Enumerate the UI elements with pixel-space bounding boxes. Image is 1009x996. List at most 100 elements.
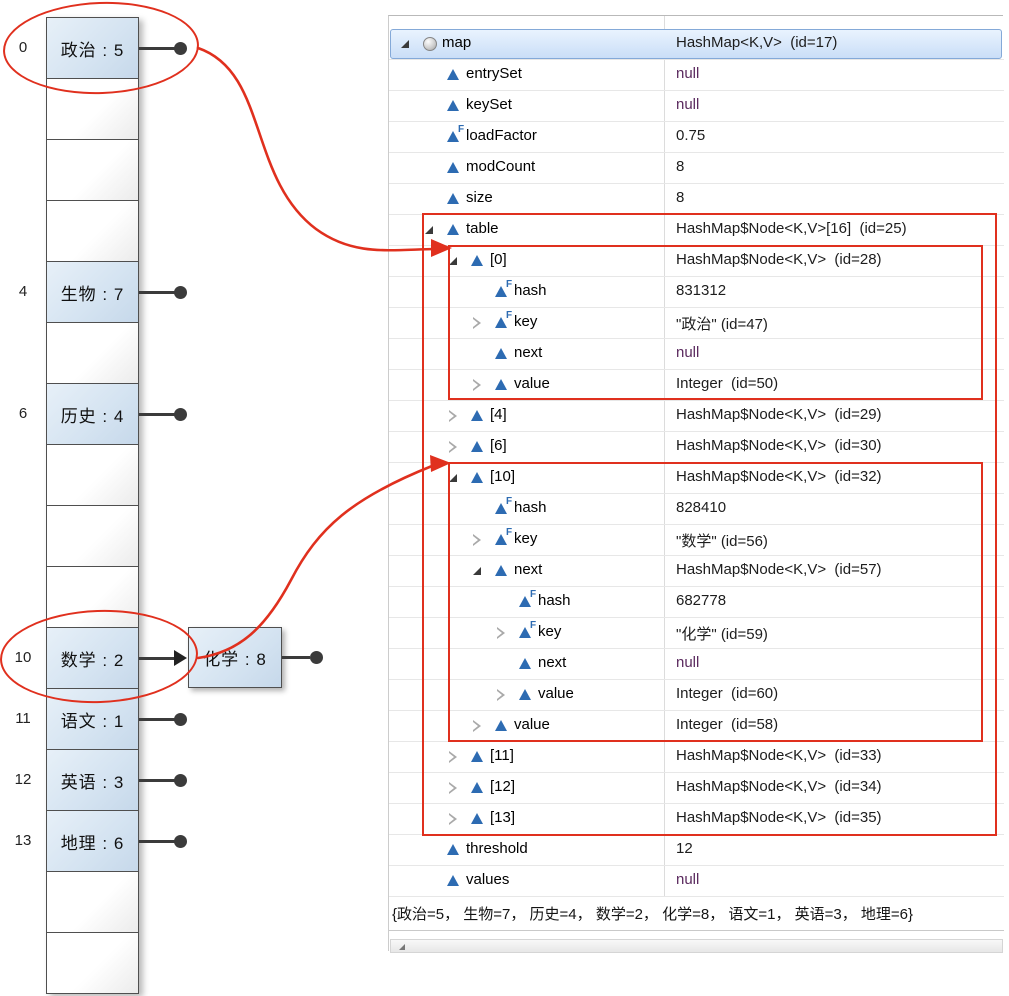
tree-row[interactable]: next HashMap$Node<K,V> (id=57) bbox=[389, 556, 1004, 587]
expanded-toggle-icon[interactable] bbox=[449, 257, 457, 265]
expanded-toggle-icon[interactable] bbox=[425, 226, 433, 234]
index-label: 13 bbox=[6, 832, 40, 849]
collapsed-toggle-icon[interactable] bbox=[449, 813, 457, 825]
variable-value: HashMap$Node<K,V>[16] (id=25) bbox=[676, 220, 907, 237]
variable-name: value bbox=[514, 375, 550, 392]
index-label: 12 bbox=[6, 771, 40, 788]
variable-name: value bbox=[538, 685, 574, 702]
variable-name: keySet bbox=[466, 96, 512, 113]
tree-row[interactable]: valuesnull bbox=[389, 866, 1004, 897]
tree-row[interactable]: [13]HashMap$Node<K,V> (id=35) bbox=[389, 804, 1004, 835]
variable-value: Integer (id=60) bbox=[676, 685, 778, 702]
collapsed-toggle-icon[interactable] bbox=[497, 627, 505, 639]
tree-row[interactable]: value Integer (id=58) bbox=[389, 711, 1004, 742]
tree-row[interactable]: Fhash828410 bbox=[389, 494, 1004, 525]
collapsed-toggle-icon[interactable] bbox=[497, 689, 505, 701]
variable-name: next bbox=[538, 654, 566, 671]
field-icon bbox=[471, 751, 483, 762]
tree-row[interactable]: [12]HashMap$Node<K,V> (id=34) bbox=[389, 773, 1004, 804]
tree-row[interactable]: value Integer (id=60) bbox=[389, 680, 1004, 711]
final-modifier-icon: F bbox=[530, 620, 536, 631]
expanded-toggle-icon[interactable] bbox=[449, 474, 457, 482]
collapsed-toggle-icon[interactable] bbox=[473, 317, 481, 329]
tree-row[interactable]: [4]HashMap$Node<K,V> (id=29) bbox=[389, 401, 1004, 432]
field-icon bbox=[519, 658, 531, 669]
collapsed-toggle-icon[interactable] bbox=[449, 782, 457, 794]
final-modifier-icon: F bbox=[506, 279, 512, 290]
pointer-dot bbox=[174, 286, 187, 299]
collapsed-toggle-icon[interactable] bbox=[473, 534, 481, 546]
index-label: 6 bbox=[6, 405, 40, 422]
tree-row[interactable]: Fkey"化学" (id=59) bbox=[389, 618, 1004, 649]
chain-arrow-line bbox=[139, 657, 175, 660]
tree-row[interactable]: nextnull bbox=[389, 339, 1004, 370]
final-modifier-icon: F bbox=[506, 310, 512, 321]
final-modifier-icon: F bbox=[458, 124, 464, 135]
tree-row[interactable]: [11]HashMap$Node<K,V> (id=33) bbox=[389, 742, 1004, 773]
field-icon bbox=[495, 565, 507, 576]
tree-row[interactable]: keySetnull bbox=[389, 91, 1004, 122]
tree-row[interactable]: valueInteger (id=50) bbox=[389, 370, 1004, 401]
tree-row[interactable]: Fhash831312 bbox=[389, 277, 1004, 308]
collapsed-toggle-icon[interactable] bbox=[473, 720, 481, 732]
collapsed-toggle-icon[interactable] bbox=[449, 410, 457, 422]
bucket-array: 政治 : 5生物 : 7历史 : 4数学 : 2语文 : 1英语 : 3地理 :… bbox=[46, 17, 139, 994]
tree-row[interactable]: entrySetnull bbox=[389, 60, 1004, 91]
tree-row[interactable]: [0]HashMap$Node<K,V> (id=28) bbox=[389, 246, 1004, 277]
scrollbar-grip-icon bbox=[399, 944, 405, 950]
array-cell bbox=[46, 566, 139, 628]
pointer-dot bbox=[174, 713, 187, 726]
variables-tree: mapHashMap<K,V> (id=17)entrySetnullkeySe… bbox=[389, 29, 1004, 897]
index-label: 4 bbox=[6, 283, 40, 300]
tree-row[interactable]: Fhash682778 bbox=[389, 587, 1004, 618]
tree-row[interactable]: size8 bbox=[389, 184, 1004, 215]
tree-row[interactable]: modCount8 bbox=[389, 153, 1004, 184]
variable-value: 8 bbox=[676, 158, 684, 175]
field-icon bbox=[519, 689, 531, 700]
variable-name: [10] bbox=[490, 468, 515, 485]
array-cell: 政治 : 5 bbox=[46, 17, 139, 79]
variable-value: 0.75 bbox=[676, 127, 705, 144]
detail-pane[interactable]: {政治=5， 生物=7， 历史=4， 数学=2， 化学=8， 语文=1， 英语=… bbox=[389, 897, 1004, 931]
variable-name: size bbox=[466, 189, 493, 206]
field-icon bbox=[447, 193, 459, 204]
tree-row[interactable]: next null bbox=[389, 649, 1004, 680]
collapsed-toggle-icon[interactable] bbox=[449, 441, 457, 453]
final-modifier-icon: F bbox=[506, 527, 512, 538]
variable-value: Integer (id=58) bbox=[676, 716, 778, 733]
horizontal-scrollbar[interactable] bbox=[390, 939, 1003, 953]
array-cell: 英语 : 3 bbox=[46, 749, 139, 811]
variable-value: null bbox=[676, 654, 699, 671]
index-label: 10 bbox=[6, 649, 40, 666]
collapsed-toggle-icon[interactable] bbox=[449, 751, 457, 763]
tree-row[interactable]: Fkey"数学" (id=56) bbox=[389, 525, 1004, 556]
pointer-line bbox=[139, 413, 175, 416]
expanded-toggle-icon[interactable] bbox=[401, 40, 409, 48]
field-icon bbox=[471, 441, 483, 452]
tree-row[interactable]: tableHashMap$Node<K,V>[16] (id=25) bbox=[389, 215, 1004, 246]
field-icon bbox=[447, 875, 459, 886]
variable-name: hash bbox=[514, 282, 547, 299]
variable-value: HashMap$Node<K,V> (id=57) bbox=[676, 561, 882, 578]
pointer-line bbox=[139, 47, 175, 50]
final-modifier-icon: F bbox=[530, 589, 536, 600]
field-icon bbox=[495, 379, 507, 390]
tree-row[interactable]: Fkey"政治" (id=47) bbox=[389, 308, 1004, 339]
tree-row[interactable]: threshold12 bbox=[389, 835, 1004, 866]
variable-name: next bbox=[514, 561, 542, 578]
tree-row[interactable]: [10]HashMap$Node<K,V> (id=32) bbox=[389, 463, 1004, 494]
pointer-line bbox=[139, 718, 175, 721]
array-cell: 地理 : 6 bbox=[46, 810, 139, 872]
field-icon bbox=[495, 720, 507, 731]
variable-name: hash bbox=[538, 592, 571, 609]
array-cell bbox=[46, 78, 139, 140]
variable-name: value bbox=[514, 716, 550, 733]
collapsed-toggle-icon[interactable] bbox=[473, 379, 481, 391]
expanded-toggle-icon[interactable] bbox=[473, 567, 481, 575]
tree-row[interactable]: mapHashMap<K,V> (id=17) bbox=[389, 29, 1004, 60]
tree-row[interactable]: [6]HashMap$Node<K,V> (id=30) bbox=[389, 432, 1004, 463]
chained-node-label: 化学 : 8 bbox=[203, 645, 267, 670]
tree-row[interactable]: FloadFactor0.75 bbox=[389, 122, 1004, 153]
variable-name: [12] bbox=[490, 778, 515, 795]
variable-value: HashMap$Node<K,V> (id=33) bbox=[676, 747, 882, 764]
